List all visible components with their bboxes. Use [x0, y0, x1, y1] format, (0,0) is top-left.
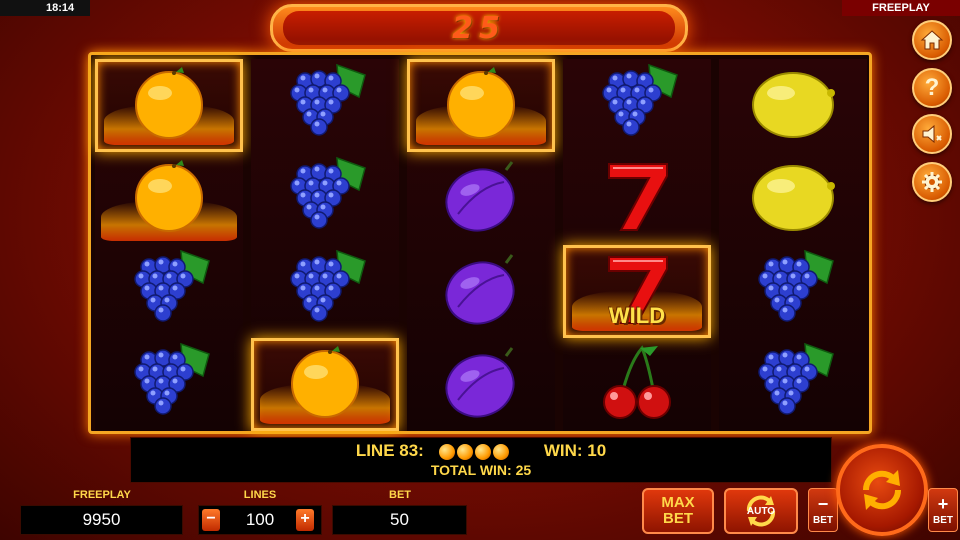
plum-symbol-icon	[436, 342, 526, 427]
lemon-symbol-icon	[743, 63, 843, 148]
grapes-symbol-icon	[275, 61, 375, 150]
grapes-symbol-icon	[119, 340, 219, 429]
bet-label: BET	[389, 489, 411, 501]
orange-symbol-icon	[436, 63, 526, 148]
reel-cell	[407, 59, 555, 152]
reel-cell	[251, 59, 399, 152]
sound-button[interactable]	[912, 114, 952, 154]
reel-cell	[563, 152, 711, 245]
auto-label: AUTO	[746, 506, 776, 517]
reel-2	[251, 59, 399, 431]
grapes-symbol-icon	[119, 247, 219, 336]
line-coin-icon	[456, 443, 473, 460]
lines-label: LINES	[243, 489, 277, 501]
line-coin-icon	[492, 443, 509, 460]
reel-5	[719, 59, 867, 431]
reels-frame: WILD	[88, 52, 872, 434]
reel-cell	[719, 245, 867, 338]
freeplay-balance: 9950	[20, 505, 183, 535]
clock: 18:14	[0, 0, 90, 16]
help-button[interactable]: ?	[912, 68, 952, 108]
max-bet-button[interactable]: MAX BET	[642, 488, 714, 534]
freeplay-label: FREEPLAY	[73, 489, 131, 501]
reel-cell	[719, 152, 867, 245]
orange-symbol-icon	[124, 156, 214, 241]
spin-icon	[862, 470, 902, 510]
reel-cell	[407, 245, 555, 338]
line-win: WIN: 10	[543, 441, 607, 460]
line-label: LINE 83:	[355, 441, 424, 460]
reel-cell: WILD	[563, 245, 711, 338]
spin-button[interactable]	[836, 444, 928, 536]
grapes-symbol-icon	[275, 154, 375, 243]
bet-plus-label: BET	[933, 515, 953, 526]
reel-cell	[251, 338, 399, 431]
cherries-symbol-icon	[592, 342, 682, 427]
bet-minus-sign: −	[817, 494, 829, 514]
settings-button[interactable]	[912, 162, 952, 202]
auto-button[interactable]: AUTO	[724, 488, 798, 534]
settings-icon	[922, 172, 942, 192]
plum-symbol-icon	[436, 156, 526, 241]
total-win: TOTAL WIN: 25	[430, 462, 532, 478]
reel-cell	[719, 59, 867, 152]
grapes-symbol-icon	[743, 340, 843, 429]
reel-cell	[719, 338, 867, 431]
reel-cell	[407, 338, 555, 431]
max-bet-label-2: BET	[663, 510, 693, 527]
seven-symbol-icon	[597, 156, 677, 241]
sound-off-icon	[922, 124, 942, 144]
reel-cell	[95, 338, 243, 431]
home-icon	[920, 30, 944, 50]
reel-cell	[95, 59, 243, 152]
reel-cell	[251, 245, 399, 338]
bet-plus-sign: +	[937, 494, 949, 514]
bet-value: 50	[332, 505, 467, 535]
line-symbols	[438, 441, 510, 461]
reel-3	[407, 59, 555, 431]
lines-value: 100	[245, 510, 275, 529]
grapes-symbol-icon	[743, 247, 843, 336]
help-icon: ?	[924, 74, 940, 101]
bet-increase-button[interactable]: + BET	[928, 488, 958, 532]
reel-cell	[95, 245, 243, 338]
lines-plus-button[interactable]: +	[296, 509, 314, 531]
grapes-symbol-icon	[587, 61, 687, 150]
lines-minus-button[interactable]: −	[202, 509, 220, 531]
orange-symbol-icon	[124, 63, 214, 148]
home-button[interactable]	[912, 20, 952, 60]
max-bet-label-1: MAX	[661, 494, 695, 511]
plum-symbol-icon	[436, 249, 526, 334]
win-info-bar: LINE 83: WIN: 10 TOTAL WIN: 25	[130, 437, 832, 483]
reel-cell	[251, 152, 399, 245]
win-amount: 25	[283, 11, 675, 46]
reel-cell	[563, 338, 711, 431]
reel-cell	[563, 59, 711, 152]
reel-cell	[95, 152, 243, 245]
line-coin-icon	[438, 443, 455, 460]
wild-label: WILD	[608, 303, 666, 328]
reel-4: WILD	[563, 59, 711, 431]
reel-cell	[407, 152, 555, 245]
bet-decrease-button[interactable]: − BET	[808, 488, 838, 532]
reel-1	[95, 59, 243, 431]
win-banner: 25	[270, 4, 688, 52]
mode-label: FREEPLAY	[842, 0, 960, 16]
lemon-symbol-icon	[743, 156, 843, 241]
orange-symbol-icon	[280, 342, 370, 427]
line-coin-icon	[474, 443, 491, 460]
bet-minus-label: BET	[813, 515, 833, 526]
grapes-symbol-icon	[275, 247, 375, 336]
